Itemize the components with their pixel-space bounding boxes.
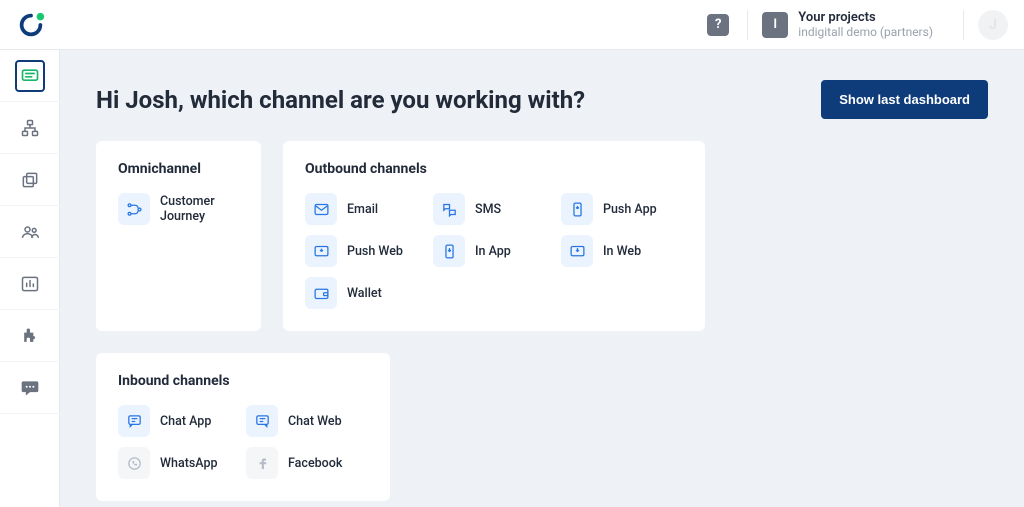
channel-whatsapp[interactable]: WhatsApp — [118, 447, 238, 479]
channel-push-app[interactable]: Push App — [561, 193, 681, 225]
facebook-icon — [246, 447, 278, 479]
users-icon — [20, 222, 40, 242]
channel-sms[interactable]: SMS — [433, 193, 553, 225]
outbound-heading: Outbound channels — [305, 161, 683, 177]
channel-in-app[interactable]: In App — [433, 235, 553, 267]
show-last-dashboard-button[interactable]: Show last dashboard — [821, 80, 988, 119]
omnichannel-card: Omnichannel Customer Journey — [96, 141, 261, 331]
in-web-icon — [561, 235, 593, 267]
channel-label: Push App — [603, 202, 657, 217]
copy-icon — [20, 170, 40, 190]
channel-label: In Web — [603, 244, 641, 259]
whatsapp-icon — [118, 447, 150, 479]
divider — [963, 10, 964, 40]
sidebar-item-channels[interactable] — [0, 50, 60, 102]
sms-icon — [433, 193, 465, 225]
comment-dots-icon — [20, 378, 40, 398]
avatar[interactable]: J — [978, 10, 1008, 40]
channel-email[interactable]: Email — [305, 193, 425, 225]
channel-label: Facebook — [288, 456, 342, 471]
wallet-icon — [305, 277, 337, 309]
omnichannel-heading: Omnichannel — [118, 161, 239, 177]
project-subtitle: indigitall demo (partners) — [798, 25, 933, 39]
sidebar-item-conversations[interactable] — [0, 362, 60, 414]
chart-icon — [20, 274, 40, 294]
page-title: Hi Josh, which channel are you working w… — [96, 86, 585, 114]
main: Hi Josh, which channel are you working w… — [60, 50, 1024, 507]
help-icon[interactable]: ? — [707, 14, 729, 36]
topbar: ? I Your projects indigitall demo (partn… — [0, 0, 1024, 50]
channel-label: SMS — [475, 202, 501, 217]
inbound-heading: Inbound channels — [118, 373, 368, 389]
channel-chat-web[interactable]: Chat Web — [246, 405, 366, 437]
chat-lines-icon — [20, 66, 40, 86]
sidebar-item-flows[interactable] — [0, 102, 60, 154]
project-badge: I — [762, 12, 788, 38]
sidebar-item-audience[interactable] — [0, 206, 60, 258]
sidebar-item-integrations[interactable] — [0, 310, 60, 362]
journey-icon — [118, 193, 150, 225]
channel-label: Push Web — [347, 244, 403, 259]
sidebar-item-analytics[interactable] — [0, 258, 60, 310]
sidebar — [0, 0, 60, 507]
sidebar-item-templates[interactable] — [0, 154, 60, 206]
divider — [747, 10, 748, 40]
channel-push-web[interactable]: Push Web — [305, 235, 425, 267]
channel-in-web[interactable]: In Web — [561, 235, 681, 267]
in-app-icon — [433, 235, 465, 267]
inbound-card: Inbound channels Chat App Chat Web Whats… — [96, 353, 390, 501]
puzzle-icon — [20, 326, 40, 346]
sitemap-icon — [20, 118, 40, 138]
channel-label: In App — [475, 244, 511, 259]
channel-chat-app[interactable]: Chat App — [118, 405, 238, 437]
outbound-card: Outbound channels Email SMS Push App Pus… — [283, 141, 705, 331]
page-header: Hi Josh, which channel are you working w… — [96, 80, 988, 119]
project-selector[interactable]: Your projects indigitall demo (partners) — [798, 10, 933, 40]
channel-label: Email — [347, 202, 378, 217]
channel-facebook[interactable]: Facebook — [246, 447, 366, 479]
email-icon — [305, 193, 337, 225]
chat-app-icon — [118, 405, 150, 437]
push-app-icon — [561, 193, 593, 225]
channel-label: Customer Journey — [160, 194, 248, 224]
channel-label: Wallet — [347, 286, 382, 301]
project-title: Your projects — [798, 10, 933, 26]
channel-wallet[interactable]: Wallet — [305, 277, 425, 309]
channel-label: Chat Web — [288, 414, 342, 429]
push-web-icon — [305, 235, 337, 267]
brand-logo — [16, 10, 46, 40]
chat-web-icon — [246, 405, 278, 437]
channel-customer-journey[interactable]: Customer Journey — [118, 193, 248, 225]
channel-label: WhatsApp — [160, 456, 218, 471]
channel-label: Chat App — [160, 414, 211, 429]
